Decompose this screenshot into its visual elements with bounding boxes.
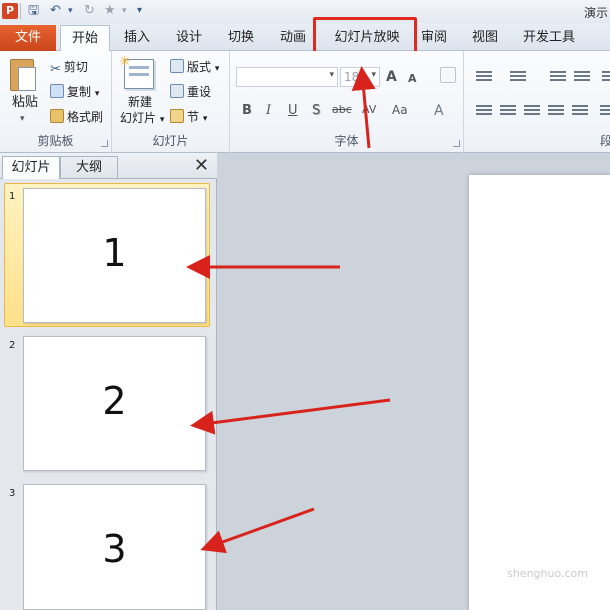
star-icon[interactable]: ★ (104, 2, 116, 20)
bold-button[interactable]: B (242, 103, 252, 118)
redo-icon[interactable]: ↻ (84, 2, 95, 20)
font-name-combobox[interactable]: ▾ (236, 67, 338, 87)
section-label: 节 (187, 110, 200, 124)
font-size-combobox[interactable]: 18 ▾ (340, 67, 380, 87)
copy-label: 复制 (67, 85, 92, 99)
slide-number: 1 (9, 191, 16, 202)
layout-label: 版式 (187, 60, 212, 74)
copy-icon (50, 84, 64, 98)
underline-button[interactable]: U (288, 103, 298, 118)
slide-thumbnail-text: 3 (102, 527, 127, 571)
window-title: 演示 (583, 6, 608, 20)
clear-formatting-icon[interactable] (440, 67, 456, 83)
powerpoint-app-icon[interactable]: P (2, 3, 18, 19)
slide-thumbnail-text: 2 (102, 379, 127, 423)
increase-indent-icon[interactable] (574, 69, 590, 83)
tab-animations[interactable]: 动画 (272, 25, 314, 51)
star-dropdown-icon[interactable]: ▾ (122, 2, 127, 20)
font-color-button[interactable]: A (434, 103, 444, 119)
cut-button[interactable]: ✂ 剪切 (50, 57, 88, 77)
new-slide-dropdown[interactable]: 幻灯片 ▾ (120, 108, 164, 128)
title-bar: P 🖫 ↶ ▾ ↻ ★ ▾ ▾ 演示 (0, 0, 610, 23)
font-size-dropdown-icon[interactable]: ▾ (371, 70, 376, 80)
customize-quick-access-icon[interactable]: ▾ (137, 2, 142, 20)
tab-review[interactable]: 审阅 (414, 25, 454, 51)
paragraph-group-label: 段落 (599, 134, 610, 148)
font-dialog-launcher-icon[interactable] (453, 140, 460, 147)
scissors-icon: ✂ (50, 62, 61, 77)
slide-number: 2 (9, 340, 16, 351)
text-shadow-button[interactable]: S (312, 103, 320, 118)
watermark-text: shenghuo.com (507, 567, 588, 580)
slide-number: 3 (9, 488, 16, 499)
tab-file[interactable]: 文件 (0, 25, 56, 51)
slides-group: ✳ 新建 幻灯片 ▾ 版式 ▾ 重设 节 ▾ 幻灯片 (112, 51, 230, 153)
shrink-font-button[interactable]: A (408, 69, 417, 89)
layout-button[interactable]: 版式 ▾ (170, 57, 219, 77)
paragraph-group: 段落 (464, 51, 610, 153)
slide-thumbnail[interactable]: 2 (23, 336, 206, 471)
brush-icon (50, 109, 64, 123)
reset-icon (170, 84, 184, 98)
clipboard-dialog-launcher-icon[interactable] (101, 140, 108, 147)
justify-icon[interactable] (548, 103, 564, 117)
slides-group-label: 幻灯片 (152, 134, 189, 148)
format-painter-label: 格式刷 (67, 110, 104, 124)
paste-button[interactable]: 粘贴 (12, 93, 38, 113)
align-center-icon[interactable] (500, 103, 516, 117)
font-group: ▾ 18 ▾ A A B I U S abc AV Aa A 字体 (230, 51, 464, 153)
section-button[interactable]: 节 ▾ (170, 107, 207, 127)
font-size-value: 18 (344, 70, 360, 84)
quick-access-separator (20, 3, 21, 19)
slide-thumbnail[interactable]: 1 (23, 188, 206, 323)
tab-developer[interactable]: 开发工具 (516, 25, 582, 51)
layout-icon (170, 59, 184, 73)
font-name-dropdown-icon[interactable]: ▾ (329, 70, 334, 80)
reset-label: 重设 (187, 85, 212, 99)
clipboard-group: 粘贴 ▾ ✂ 剪切 复制 ▾ 格式刷 剪贴板 (0, 51, 112, 153)
cut-label: 剪切 (63, 60, 88, 74)
line-spacing-icon[interactable] (602, 69, 610, 83)
align-left-icon[interactable] (476, 103, 492, 117)
format-painter-button[interactable]: 格式刷 (50, 107, 103, 127)
close-icon[interactable]: ✕ (194, 156, 209, 176)
grow-font-button[interactable]: A (386, 67, 397, 87)
numbering-icon[interactable] (510, 69, 526, 83)
undo-dropdown-icon[interactable]: ▾ (68, 2, 73, 20)
slide-thumbnail[interactable]: 3 (23, 484, 206, 610)
ribbon-home: 粘贴 ▾ ✂ 剪切 复制 ▾ 格式刷 剪贴板 ✳ 新建 幻灯片 ▾ 版式 ▾ 重设… (0, 51, 610, 153)
ribbon-tab-bar: 文件 开始 插入 设计 切换 动画 幻灯片放映 审阅 视图 开发工具 (0, 23, 610, 53)
tab-slides-pane[interactable]: 幻灯片 (2, 156, 60, 179)
paste-icon[interactable] (8, 57, 38, 93)
decrease-indent-icon[interactable] (550, 69, 566, 83)
tab-insert[interactable]: 插入 (116, 25, 158, 51)
columns-icon[interactable] (600, 103, 610, 117)
strikethrough-button[interactable]: abc (332, 103, 352, 116)
slide-thumbnail-text: 1 (102, 231, 127, 275)
paste-dropdown-icon[interactable]: ▾ (20, 109, 25, 129)
undo-icon[interactable]: ↶ (50, 2, 61, 20)
new-slide-label-2: 幻灯片 (120, 111, 157, 125)
font-group-label: 字体 (334, 134, 359, 148)
tab-transitions[interactable]: 切换 (220, 25, 262, 51)
change-case-button[interactable]: Aa (392, 103, 408, 117)
save-icon[interactable]: 🖫 (28, 2, 39, 20)
tab-design[interactable]: 设计 (168, 25, 210, 51)
tab-home[interactable]: 开始 (60, 25, 110, 53)
distributed-icon[interactable] (572, 103, 588, 117)
align-right-icon[interactable] (524, 103, 540, 117)
copy-button[interactable]: 复制 ▾ (50, 82, 99, 102)
tab-view[interactable]: 视图 (464, 25, 506, 51)
pane-tabs: 幻灯片 大纲 ✕ (0, 153, 217, 179)
clipboard-group-label: 剪贴板 (37, 134, 74, 148)
bullets-icon[interactable] (476, 69, 492, 83)
italic-button[interactable]: I (266, 103, 271, 118)
character-spacing-button[interactable]: AV (362, 103, 376, 116)
slide-canvas[interactable] (469, 175, 610, 610)
reset-button[interactable]: 重设 (170, 82, 211, 102)
section-icon (170, 109, 184, 123)
tab-outline-pane[interactable]: 大纲 (60, 156, 118, 179)
new-slide-icon[interactable]: ✳ (119, 54, 154, 89)
